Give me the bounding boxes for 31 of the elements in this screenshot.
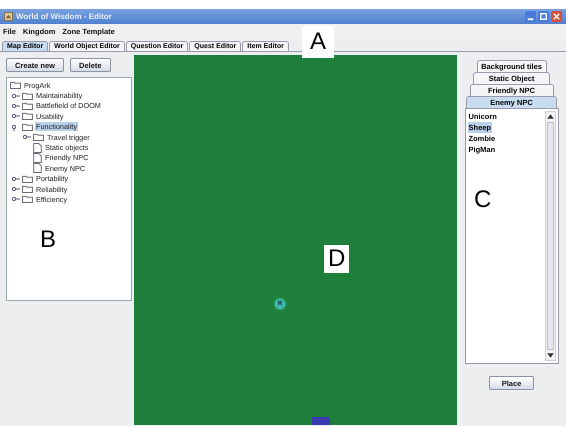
scrollbar[interactable] <box>544 111 556 361</box>
expand-handle-icon[interactable] <box>12 92 20 100</box>
folder-icon <box>22 174 33 183</box>
maximize-icon[interactable] <box>538 11 549 22</box>
expand-handle-icon[interactable] <box>12 102 20 110</box>
folder-icon <box>22 112 33 120</box>
window-title: World of Wisdom - Editor <box>16 12 112 21</box>
app-icon <box>4 12 13 21</box>
scroll-down-icon[interactable] <box>546 351 554 360</box>
folder-icon <box>22 185 33 194</box>
expand-handle-icon[interactable] <box>12 174 20 183</box>
map-object <box>312 417 330 425</box>
folder-icon <box>10 81 21 90</box>
document-icon <box>33 163 42 174</box>
annotation-label: D <box>324 245 350 273</box>
expand-handle-icon[interactable] <box>12 195 20 204</box>
folder-icon <box>22 122 33 131</box>
annotation-label: B <box>39 226 58 254</box>
document-icon <box>33 152 42 163</box>
scroll-up-icon[interactable] <box>546 112 554 121</box>
folder-icon <box>22 102 33 110</box>
close-icon[interactable] <box>551 11 562 22</box>
document-icon <box>33 142 42 153</box>
expand-handle-icon[interactable] <box>23 133 31 142</box>
expand-handle-icon[interactable] <box>12 112 20 120</box>
annotation-label: A <box>302 26 334 58</box>
expand-handle-icon[interactable] <box>12 185 20 194</box>
folder-icon <box>22 195 33 204</box>
folder-icon <box>22 92 33 100</box>
annotation-label: C <box>473 186 492 214</box>
minimize-icon[interactable] <box>525 11 536 22</box>
